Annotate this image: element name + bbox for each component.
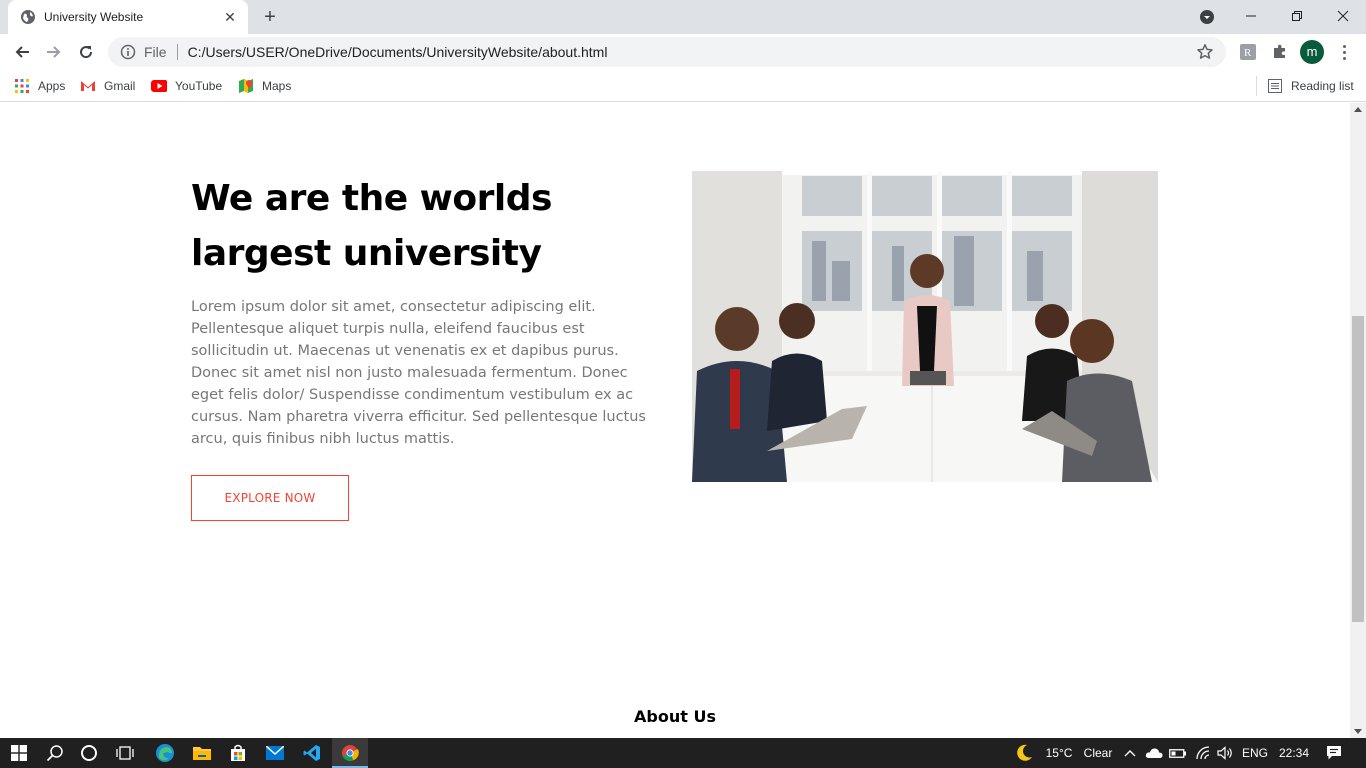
windows-taskbar: 15°C Clear ENG 22:34 [0,738,1366,768]
back-button[interactable] [8,38,36,66]
page-viewport: We are the worlds largest university Lor… [0,103,1350,738]
cloud-icon [1145,748,1163,758]
forward-button[interactable] [40,38,68,66]
bookmark-divider [1256,76,1257,96]
restore-icon [1292,11,1302,21]
cortana-button[interactable] [72,738,106,768]
puzzle-icon [1274,44,1285,58]
back-arrow-icon [15,46,29,58]
bookmark-apps[interactable]: Apps [14,76,65,96]
about-us-heading: About Us [634,707,716,726]
bookmark-label: Maps [262,79,292,93]
new-tab-button[interactable]: + [259,6,281,28]
input-language[interactable]: ENG [1238,738,1272,768]
maps-icon [238,78,254,94]
close-icon [1337,10,1349,22]
minimize-icon [1246,15,1256,17]
reading-list-button[interactable]: Reading list [1267,76,1354,96]
bookmark-label: Apps [38,79,66,93]
minimize-button[interactable] [1228,0,1274,32]
edge-browser-icon [156,744,174,762]
mail-envelope-icon [266,746,284,760]
page-scrollbar[interactable] [1350,103,1366,738]
reading-list-icon [1267,78,1283,94]
menu-kebab-icon[interactable] [1336,42,1352,62]
vscode-icon [303,745,320,761]
store-bag-icon [231,744,245,761]
profile-avatar[interactable]: m [1300,40,1324,64]
notifications-icon [1327,746,1341,760]
extension-button[interactable]: R [1238,42,1258,62]
gmail-icon [80,78,96,94]
action-center-button[interactable] [1318,738,1350,768]
tab-search-icon[interactable] [1198,8,1216,26]
taskbar-edge[interactable] [146,738,184,768]
taskbar-file-explorer[interactable] [184,738,220,768]
reload-button[interactable] [72,38,100,66]
url-text[interactable]: C:/Users/USER/OneDrive/Documents/Univers… [188,44,1196,60]
address-bar[interactable]: File C:/Users/USER/OneDrive/Documents/Un… [108,37,1226,67]
bookmark-gmail[interactable]: Gmail [80,76,135,96]
svg-text:R: R [1244,47,1252,59]
reload-icon [80,46,93,59]
tab-strip: University Website ✕ + [0,0,1366,34]
scroll-up-arrow-icon[interactable] [1354,107,1362,112]
volume-button[interactable] [1214,738,1236,768]
search-button[interactable] [38,738,72,768]
speaker-icon [1216,746,1232,760]
windows-logo-icon [11,745,27,761]
hero-paragraph: Lorem ipsum dolor sit amet, consectetur … [191,299,646,447]
moon-icon [1017,744,1032,761]
url-separator [176,44,178,60]
browser-toolbar: File C:/Users/USER/OneDrive/Documents/Un… [0,34,1366,70]
scroll-thumb[interactable] [1352,316,1364,622]
folder-icon [193,747,211,760]
team-meeting-photo [692,171,1158,482]
scroll-down-arrow-icon[interactable] [1354,729,1362,734]
start-button[interactable] [0,738,38,768]
close-window-button[interactable] [1320,0,1366,32]
url-scheme: File [144,44,167,60]
apps-grid-icon [14,78,30,94]
weather-description[interactable]: Clear [1080,738,1116,768]
bookmark-label: Gmail [104,79,136,93]
bookmark-label: YouTube [175,79,223,93]
weather-button[interactable] [1012,738,1036,768]
battery-icon [1169,749,1186,758]
close-tab-icon[interactable]: ✕ [222,9,238,25]
chrome-icon [342,745,359,761]
onedrive-button[interactable] [1142,738,1166,768]
weather-temperature[interactable]: 15°C [1040,738,1078,768]
tab-title: University Website [44,10,144,24]
restore-button[interactable] [1274,0,1320,32]
bookmark-maps[interactable]: Maps [238,76,291,96]
search-icon [46,745,63,762]
wifi-icon [1196,746,1210,760]
hero-title: We are the worlds largest university [191,178,552,274]
info-icon[interactable] [120,44,136,60]
battery-button[interactable] [1167,738,1189,768]
taskbar-chrome[interactable] [332,738,368,768]
forward-arrow-icon [47,46,61,58]
wifi-button[interactable] [1191,738,1213,768]
taskbar-store[interactable] [220,738,256,768]
taskbar-vscode[interactable] [294,738,330,768]
extension-icon: R [1240,44,1256,60]
extensions-menu-button[interactable] [1270,42,1290,62]
reading-list-label: Reading list [1291,79,1354,93]
system-clock[interactable]: 22:34 [1274,738,1314,768]
explore-now-button[interactable]: EXPLORE NOW [191,475,349,521]
bookmarks-bar: Apps Gmail YouTube Maps Reading list [0,70,1366,102]
youtube-icon [151,78,167,94]
taskbar-mail[interactable] [257,738,293,768]
bookmark-star-icon[interactable] [1196,43,1214,61]
cortana-circle-icon [81,745,97,761]
show-hidden-icons-button[interactable] [1120,738,1140,768]
task-view-button[interactable] [108,738,142,768]
chevron-up-icon [1124,750,1136,757]
bookmark-youtube[interactable]: YouTube [151,76,222,96]
task-view-icon [116,746,134,760]
globe-icon [21,10,35,24]
browser-tab[interactable]: University Website ✕ [8,0,248,34]
